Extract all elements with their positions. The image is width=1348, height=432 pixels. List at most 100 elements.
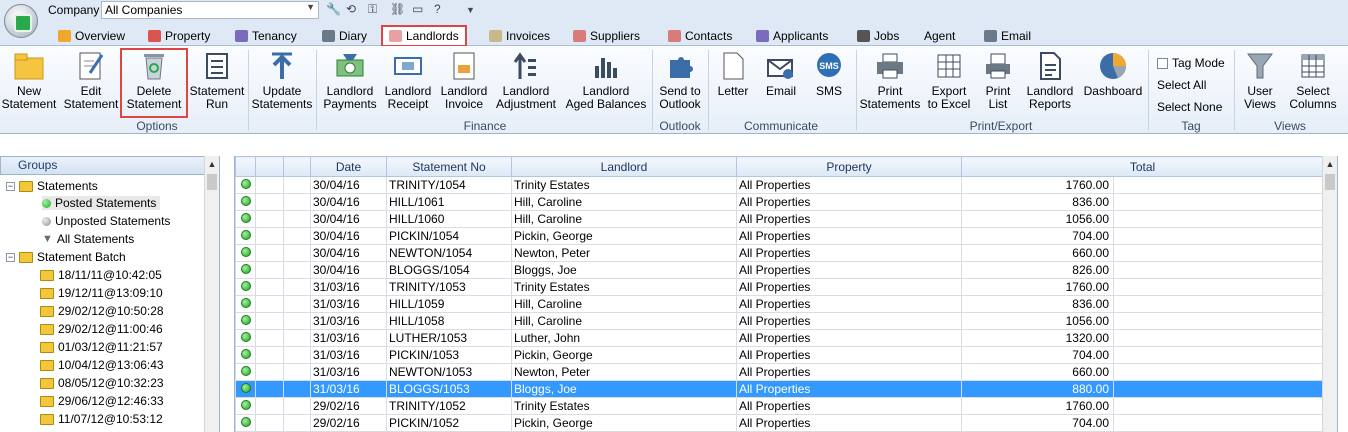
tab-contacts[interactable]: Contacts (668, 26, 732, 46)
landlord-receipt-button[interactable]: Landlord Receipt (381, 50, 435, 111)
flag-cell[interactable] (255, 295, 284, 313)
flag-cell[interactable] (255, 329, 284, 347)
letter-button[interactable]: Letter (712, 50, 754, 98)
tag-cell[interactable] (283, 363, 311, 381)
send-to-outlook-button[interactable]: Send to Outlook (654, 50, 706, 111)
table-row[interactable]: 31/03/16 HILL/1059 Hill, Caroline All Prope… (235, 295, 1325, 313)
tree-node-batch[interactable]: 19/12/11@13:09:10 (40, 286, 163, 300)
company-select[interactable]: All Companies ▼ (101, 1, 319, 19)
collapse-icon[interactable]: − (6, 181, 15, 191)
table-row[interactable]: 30/04/16 TRINITY/1054 Trinity Estates All P… (235, 176, 1325, 194)
total-header[interactable]: Total (960, 156, 1325, 177)
flag-cell[interactable] (255, 176, 284, 194)
table-row[interactable]: 30/04/16 BLOGGS/1054 Bloggs, Joe All Proper… (235, 261, 1325, 279)
export-to-excel-button[interactable]: Export to Excel (924, 50, 974, 111)
tab-diary[interactable]: Diary (322, 26, 367, 46)
tab-applicants[interactable]: Applicants (756, 26, 828, 46)
table-row[interactable]: 30/04/16 HILL/1061 Hill, Caroline All Prope… (235, 193, 1325, 211)
landlord-reports-button[interactable]: Landlord Reports (1022, 50, 1078, 111)
tag-cell[interactable] (283, 278, 311, 296)
table-row[interactable]: 31/03/16 TRINITY/1053 Trinity Estates All P… (235, 278, 1325, 296)
tag-mode-checkbox[interactable]: Tag Mode (1157, 56, 1225, 70)
table-row[interactable]: 29/02/16 TRINITY/1052 Trinity Estates All P… (235, 397, 1325, 415)
scroll-up-icon[interactable]: ▲ (205, 156, 219, 172)
landlord-payments-button[interactable]: Landlord Payments (319, 50, 381, 111)
network-icon[interactable]: ⛓ (390, 2, 405, 16)
update-statements-button[interactable]: Update Statements (250, 50, 314, 111)
tree-node-posted-statements[interactable]: Posted Statements (42, 196, 161, 210)
tree-node-batch[interactable]: 29/02/12@11:00:46 (40, 322, 163, 336)
edit-statement-button[interactable]: Edit Statement (62, 50, 120, 111)
customize-dropdown-icon[interactable]: ▼ (466, 5, 475, 15)
tag-cell[interactable] (283, 193, 311, 211)
status-header[interactable] (235, 156, 256, 177)
tab-jobs[interactable]: Jobs (857, 26, 899, 46)
table-row[interactable]: 30/04/16 HILL/1060 Hill, Caroline All Prope… (235, 210, 1325, 228)
flag-cell[interactable] (255, 193, 284, 211)
flag-cell[interactable] (255, 227, 284, 245)
scroll-up-icon[interactable]: ▲ (1323, 156, 1337, 172)
flag-cell[interactable] (255, 312, 284, 330)
tag-cell[interactable] (283, 329, 311, 347)
table-row[interactable]: 29/02/16 PICKIN/1052 Pickin, George All Pro… (235, 414, 1325, 432)
new-statement-button[interactable]: New Statement (0, 50, 58, 111)
print-list-button[interactable]: Print List (976, 50, 1020, 111)
property-header[interactable]: Property (736, 156, 962, 177)
table-row[interactable]: 31/03/16 LUTHER/1053 Luther, John All Prope… (235, 329, 1325, 347)
wrench-icon[interactable]: 🔧 (326, 2, 341, 16)
tag-cell[interactable] (283, 414, 311, 432)
email-button[interactable]: Email (758, 50, 804, 98)
flag-cell[interactable] (255, 380, 284, 398)
tree-node-batch[interactable]: 08/05/12@10:32:23 (40, 376, 164, 390)
dashboard-button[interactable]: Dashboard (1080, 50, 1146, 98)
landlord-aged-balances-button[interactable]: Landlord Aged Balances (562, 50, 650, 111)
tree-node-batch[interactable]: 29/02/12@10:50:28 (40, 304, 164, 318)
date-header[interactable]: Date (310, 156, 387, 177)
tree-node-all-statements[interactable]: ▼ All Statements (42, 232, 134, 246)
tab-tenancy[interactable]: Tenancy (235, 26, 297, 46)
flag-cell[interactable] (255, 363, 284, 381)
select-none-button[interactable]: Select None (1157, 100, 1222, 114)
tab-email[interactable]: Email (984, 26, 1031, 46)
key-icon[interactable]: ⚿ (368, 2, 377, 17)
scroll-thumb[interactable] (207, 174, 217, 190)
flag-cell[interactable] (255, 278, 284, 296)
flag-cell[interactable] (255, 414, 284, 432)
tag-cell[interactable] (283, 380, 311, 398)
print-statements-button[interactable]: Print Statements (858, 50, 922, 111)
landlord-adjustment-button[interactable]: Landlord Adjustment (493, 50, 559, 111)
tag-header[interactable] (283, 156, 311, 177)
collapse-icon[interactable]: − (6, 252, 15, 262)
table-row[interactable]: 31/03/16 NEWTON/1053 Newton, Peter All Prop… (235, 363, 1325, 381)
tree-node-statement-batch[interactable]: − Statement Batch (6, 250, 126, 264)
grid-scrollbar[interactable]: ▲ (1322, 156, 1337, 432)
flag-cell[interactable] (255, 261, 284, 279)
tree-node-statements[interactable]: − Statements (6, 179, 98, 193)
tag-cell[interactable] (283, 312, 311, 330)
help-icon[interactable]: ? (434, 2, 441, 16)
tree-node-unposted-statements[interactable]: Unposted Statements (42, 214, 170, 228)
tab-suppliers[interactable]: Suppliers (573, 26, 640, 46)
tag-cell[interactable] (283, 397, 311, 415)
tab-overview[interactable]: Overview (58, 26, 125, 46)
statement-run-button[interactable]: Statement Run (188, 50, 246, 111)
tree-node-batch[interactable]: 10/04/12@13:06:43 (40, 358, 164, 372)
flag-header[interactable] (255, 156, 284, 177)
tag-cell[interactable] (283, 261, 311, 279)
user-views-button[interactable]: User Views (1236, 50, 1284, 111)
tag-cell[interactable] (283, 295, 311, 313)
tree-node-batch[interactable]: 11/07/12@10:53:12 (40, 412, 163, 426)
tab-property[interactable]: Property (148, 26, 210, 46)
flag-cell[interactable] (255, 210, 284, 228)
table-row[interactable]: 31/03/16 HILL/1058 Hill, Caroline All Prope… (235, 312, 1325, 330)
table-row[interactable]: 31/03/16 BLOGGS/1053 Bloggs, Joe All Proper… (235, 380, 1325, 398)
screen-icon[interactable]: ▭ (412, 2, 423, 16)
tree-node-batch[interactable]: 01/03/12@11:21:57 (40, 340, 163, 354)
landlord-invoice-button[interactable]: Landlord Invoice (437, 50, 491, 111)
tag-cell[interactable] (283, 176, 311, 194)
table-row[interactable]: 30/04/16 NEWTON/1054 Newton, Peter All Prop… (235, 244, 1325, 262)
tab-landlords[interactable]: Landlords (381, 25, 467, 47)
table-row[interactable]: 30/04/16 PICKIN/1054 Pickin, George All Pro… (235, 227, 1325, 245)
tab-invoices[interactable]: Invoices (489, 26, 550, 46)
tag-cell[interactable] (283, 346, 311, 364)
